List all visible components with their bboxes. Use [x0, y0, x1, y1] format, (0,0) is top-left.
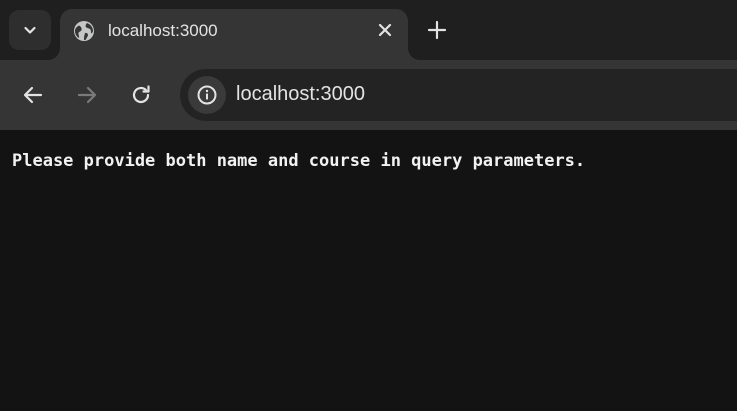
site-info-button[interactable] — [188, 76, 226, 114]
page-message: Please provide both name and course in q… — [12, 151, 586, 171]
page-content: Please provide both name and course in q… — [0, 130, 737, 411]
active-tab[interactable]: localhost:3000 — [60, 9, 408, 60]
tab-title: localhost:3000 — [108, 21, 218, 40]
back-arrow-icon[interactable] — [20, 82, 46, 108]
address-bar[interactable]: localhost:3000 — [180, 69, 737, 121]
forward-arrow-icon[interactable] — [74, 82, 100, 108]
chevron-down-icon — [24, 26, 36, 34]
reload-icon[interactable] — [128, 82, 154, 108]
plus-icon[interactable] — [424, 17, 450, 43]
tab-strip: localhost:3000 — [0, 0, 737, 60]
url-text[interactable]: localhost:3000 — [236, 83, 365, 106]
globe-icon — [74, 21, 94, 41]
close-icon[interactable] — [376, 21, 394, 39]
tab-search-button[interactable] — [9, 10, 51, 50]
info-icon — [197, 85, 217, 105]
browser-toolbar: localhost:3000 — [0, 60, 737, 130]
